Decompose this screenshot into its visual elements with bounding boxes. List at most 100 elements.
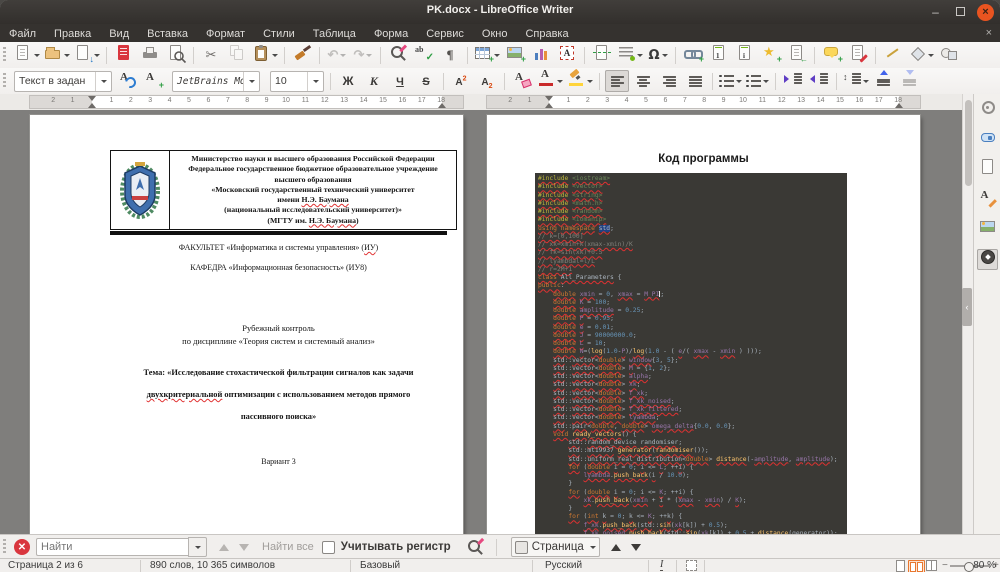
align-right-button[interactable] <box>657 70 681 92</box>
right-margin-marker-icon[interactable] <box>895 103 903 108</box>
superscript-button[interactable]: A2 <box>449 70 473 92</box>
font-color-button[interactable]: A <box>536 70 564 92</box>
word-count[interactable]: 890 слов, 10 365 символов <box>150 560 275 572</box>
close-document-icon[interactable]: × <box>986 27 992 39</box>
save-button[interactable]: ↓ <box>73 44 101 66</box>
text-language[interactable]: Русский <box>545 560 582 572</box>
insert-bookmark-button[interactable]: ★+ <box>759 44 783 66</box>
paste-button[interactable] <box>251 44 279 66</box>
menu-форма[interactable]: Форма <box>365 28 417 40</box>
navigate-previous-icon[interactable] <box>611 544 621 551</box>
menu-вставка[interactable]: Вставка <box>138 28 197 40</box>
menu-окно[interactable]: Окно <box>473 28 517 40</box>
sidebar-tab-styles[interactable]: A <box>977 189 998 210</box>
track-changes-button[interactable] <box>846 44 870 66</box>
selection-mode-icon[interactable] <box>686 560 697 571</box>
formatting-marks-button[interactable]: ¶ <box>438 44 462 66</box>
insert-footnote-button[interactable]: 1 <box>707 44 731 66</box>
chevron-down-icon[interactable] <box>366 54 372 57</box>
chevron-down-icon[interactable] <box>557 80 563 83</box>
unordered-list-button[interactable] <box>718 70 743 92</box>
clear-formatting-button[interactable]: A <box>510 70 534 92</box>
find-replace-button[interactable] <box>386 44 410 66</box>
italic-button[interactable]: К <box>362 70 386 92</box>
chevron-down-icon[interactable] <box>662 54 668 57</box>
sidebar-tab-gallery[interactable] <box>977 219 998 240</box>
document-page-2[interactable]: Код программы #include <iostream>#includ… <box>487 115 920 534</box>
match-case-checkbox[interactable] <box>322 541 335 554</box>
sidebar-tab-properties[interactable] <box>977 129 998 150</box>
chevron-down-icon[interactable] <box>95 72 111 91</box>
highlight-color-button[interactable] <box>566 70 594 92</box>
subscript-button[interactable]: A2 <box>475 70 499 92</box>
search-input[interactable] <box>36 538 188 556</box>
strikethrough-button[interactable]: S <box>414 70 438 92</box>
find-previous-icon[interactable] <box>219 544 229 551</box>
insert-hyperlink-button[interactable]: + <box>681 44 705 66</box>
chevron-down-icon[interactable] <box>590 546 596 549</box>
insert-endnote-button[interactable]: i <box>733 44 757 66</box>
chevron-down-icon[interactable] <box>64 54 70 57</box>
print-button[interactable] <box>138 44 162 66</box>
navigate-next-icon[interactable] <box>631 544 641 551</box>
menu-файл[interactable]: Файл <box>0 28 45 40</box>
find-and-replace-button[interactable] <box>463 536 487 558</box>
minimize-button[interactable]: – <box>927 4 944 21</box>
indent-marker-icon[interactable] <box>545 103 553 108</box>
chevron-down-icon[interactable] <box>736 80 742 83</box>
underline-button[interactable]: Ч <box>388 70 412 92</box>
spelling-button[interactable]: ab✓ <box>412 44 436 66</box>
insert-image-button[interactable]: + <box>503 44 527 66</box>
chevron-down-icon[interactable] <box>494 54 500 57</box>
chevron-down-icon[interactable] <box>243 72 259 91</box>
font-size-combo[interactable]: 10 <box>270 71 324 92</box>
para-space-increase-button[interactable] <box>872 70 896 92</box>
special-character-button[interactable]: Ω <box>646 44 670 66</box>
view-single-page-icon[interactable] <box>896 560 905 572</box>
maximize-button[interactable] <box>952 4 969 21</box>
chevron-down-icon[interactable] <box>94 54 100 57</box>
draw-functions-button[interactable] <box>937 44 961 66</box>
ruler-page-1[interactable]: 21123456789101112131415161718 <box>30 96 463 108</box>
align-center-button[interactable] <box>631 70 655 92</box>
page-count[interactable]: Страница 2 из 6 <box>8 560 83 572</box>
menu-правка[interactable]: Правка <box>45 28 100 40</box>
menu-вид[interactable]: Вид <box>100 28 138 40</box>
new-document-button[interactable] <box>13 44 41 66</box>
ordered-list-button[interactable] <box>745 70 770 92</box>
chevron-down-icon[interactable] <box>637 54 643 57</box>
zoom-out-icon[interactable]: − <box>942 560 948 572</box>
find-next-icon[interactable] <box>239 544 249 551</box>
chevron-down-icon[interactable] <box>307 72 323 91</box>
print-preview-button[interactable] <box>164 44 188 66</box>
horizontal-ruler[interactable]: 21123456789101112131415161718 21123456789… <box>0 94 962 111</box>
chevron-down-icon[interactable] <box>34 54 40 57</box>
menu-формат[interactable]: Формат <box>197 28 254 40</box>
open-button[interactable] <box>43 44 71 66</box>
chevron-down-icon[interactable] <box>763 80 769 83</box>
new-style-button[interactable]: A+ <box>141 70 165 92</box>
insert-line-button[interactable] <box>881 44 905 66</box>
clone-formatting-button[interactable] <box>290 44 314 66</box>
chevron-down-icon[interactable] <box>863 80 869 83</box>
toolbar-grip-icon[interactable] <box>3 73 6 89</box>
search-history-dropdown[interactable] <box>188 537 207 557</box>
indent-marker-icon[interactable] <box>545 96 553 101</box>
menu-справка[interactable]: Справка <box>516 28 577 40</box>
zoom-level[interactable]: 80 % <box>973 560 996 572</box>
sidebar-tab-navigator[interactable] <box>977 249 998 270</box>
insert-mode-icon[interactable]: I <box>660 560 663 571</box>
cross-reference-button[interactable]: ← <box>785 44 809 66</box>
sidebar-tab-sidebar-settings[interactable] <box>977 99 998 120</box>
bold-button[interactable]: Ж <box>336 70 360 92</box>
sidebar-collapse-handle[interactable]: ‹ <box>962 288 972 326</box>
indent-marker-icon[interactable] <box>88 103 96 108</box>
menu-сервис[interactable]: Сервис <box>417 28 473 40</box>
insert-comment-button[interactable]: + <box>820 44 844 66</box>
increase-indent-button[interactable] <box>781 70 805 92</box>
menu-таблица[interactable]: Таблица <box>304 28 365 40</box>
line-spacing-button[interactable]: ↕ <box>842 70 870 92</box>
document-area[interactable]: Министерство науки и высшего образования… <box>0 110 962 534</box>
ruler-page-2[interactable]: 21123456789101112131415161718 <box>487 96 920 108</box>
toolbar-grip-icon[interactable] <box>3 47 6 63</box>
